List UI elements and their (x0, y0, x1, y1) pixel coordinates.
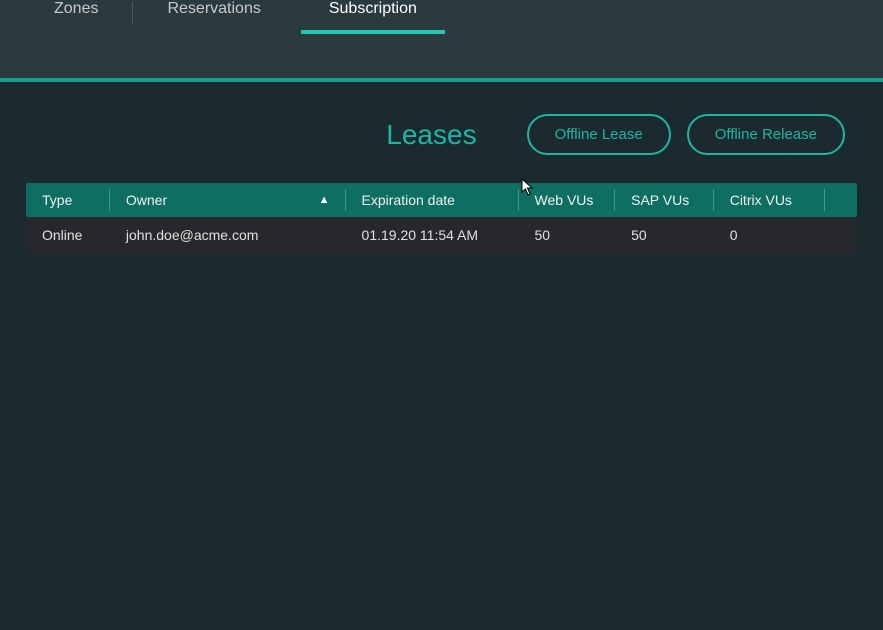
header-label: Citrix VUs (730, 192, 792, 208)
column-header-owner[interactable]: Owner ▲ (110, 183, 346, 217)
cell-expiration: 01.19.20 11:54 AM (346, 217, 519, 253)
tab-zones[interactable]: Zones (20, 0, 132, 28)
table-row[interactable]: Online john.doe@acme.com 01.19.20 11:54 … (26, 217, 857, 253)
header-label: Owner (126, 192, 167, 208)
cell-end (825, 217, 857, 253)
content-area: Leases Offline Lease Offline Release Typ… (0, 82, 883, 253)
cell-type: Online (26, 217, 110, 253)
offline-lease-button[interactable]: Offline Lease (527, 114, 671, 155)
leases-table: Type Owner ▲ Expiration date Web VUs SAP… (26, 183, 857, 253)
tab-subscription[interactable]: Subscription (295, 0, 451, 28)
column-header-sap-vus[interactable]: SAP VUs (615, 183, 714, 217)
leases-header: Leases Offline Lease Offline Release (10, 82, 873, 183)
cell-citrix-vus: 0 (714, 217, 825, 253)
header-label: Expiration date (362, 192, 455, 208)
column-header-type[interactable]: Type (26, 183, 110, 217)
column-header-end (825, 183, 857, 217)
top-tabs-bar: Zones Reservations Subscription (0, 0, 883, 82)
header-label: SAP VUs (631, 192, 689, 208)
cell-sap-vus: 50 (615, 217, 714, 253)
column-header-web-vus[interactable]: Web VUs (519, 183, 616, 217)
tab-label: Reservations (167, 0, 260, 18)
column-header-citrix-vus[interactable]: Citrix VUs (714, 183, 825, 217)
offline-release-button[interactable]: Offline Release (687, 114, 845, 155)
cell-web-vus: 50 (519, 217, 616, 253)
section-title: Leases (10, 119, 487, 151)
action-buttons: Offline Lease Offline Release (527, 114, 845, 155)
header-label: Web VUs (535, 192, 594, 208)
table-header-row: Type Owner ▲ Expiration date Web VUs SAP… (26, 183, 857, 217)
cell-owner: john.doe@acme.com (110, 217, 346, 253)
sort-asc-icon: ▲ (319, 194, 330, 206)
header-label: Type (42, 192, 72, 208)
tab-reservations[interactable]: Reservations (133, 0, 294, 28)
tab-label: Zones (54, 0, 98, 18)
column-header-expiration[interactable]: Expiration date (346, 183, 519, 217)
tab-label: Subscription (329, 0, 417, 18)
